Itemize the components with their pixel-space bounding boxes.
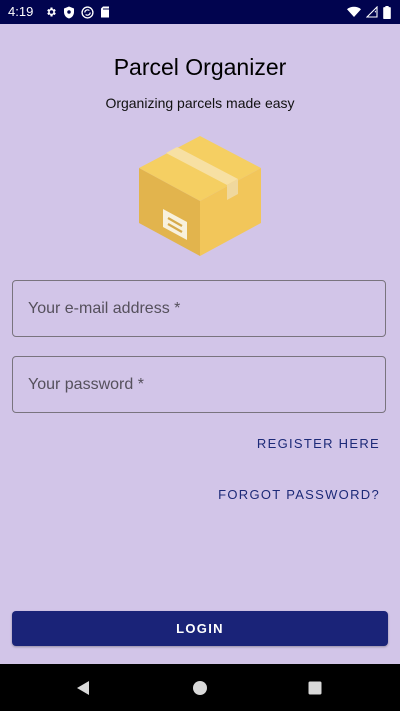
home-icon[interactable] [190, 678, 210, 698]
gear-icon [45, 6, 57, 18]
email-input[interactable] [13, 281, 385, 336]
sync-icon [81, 5, 94, 19]
parcel-box-icon [137, 134, 263, 258]
shield-icon [63, 6, 75, 19]
wifi-icon [347, 6, 361, 18]
password-input[interactable] [13, 357, 385, 412]
navigation-bar [0, 664, 400, 711]
status-system-icons [342, 4, 391, 20]
status-time: 4:19 [8, 4, 34, 19]
recents-icon[interactable] [305, 678, 325, 698]
sd-card-icon [100, 6, 110, 18]
app-title: Parcel Organizer [113, 54, 287, 80]
status-bar: 4:19 [0, 0, 400, 24]
status-notification-icons [45, 4, 116, 20]
email-field[interactable] [12, 280, 386, 337]
register-link[interactable]: REGISTER HERE [257, 435, 380, 453]
signal-icon [366, 6, 378, 18]
back-icon[interactable] [73, 678, 93, 698]
forgot-password-link[interactable]: FORGOT PASSWORD? [218, 486, 380, 504]
login-button[interactable]: LOGIN [12, 611, 388, 646]
password-field[interactable] [12, 356, 386, 413]
battery-icon [383, 5, 391, 19]
app-subtitle: Organizing parcels made easy [105, 95, 295, 111]
